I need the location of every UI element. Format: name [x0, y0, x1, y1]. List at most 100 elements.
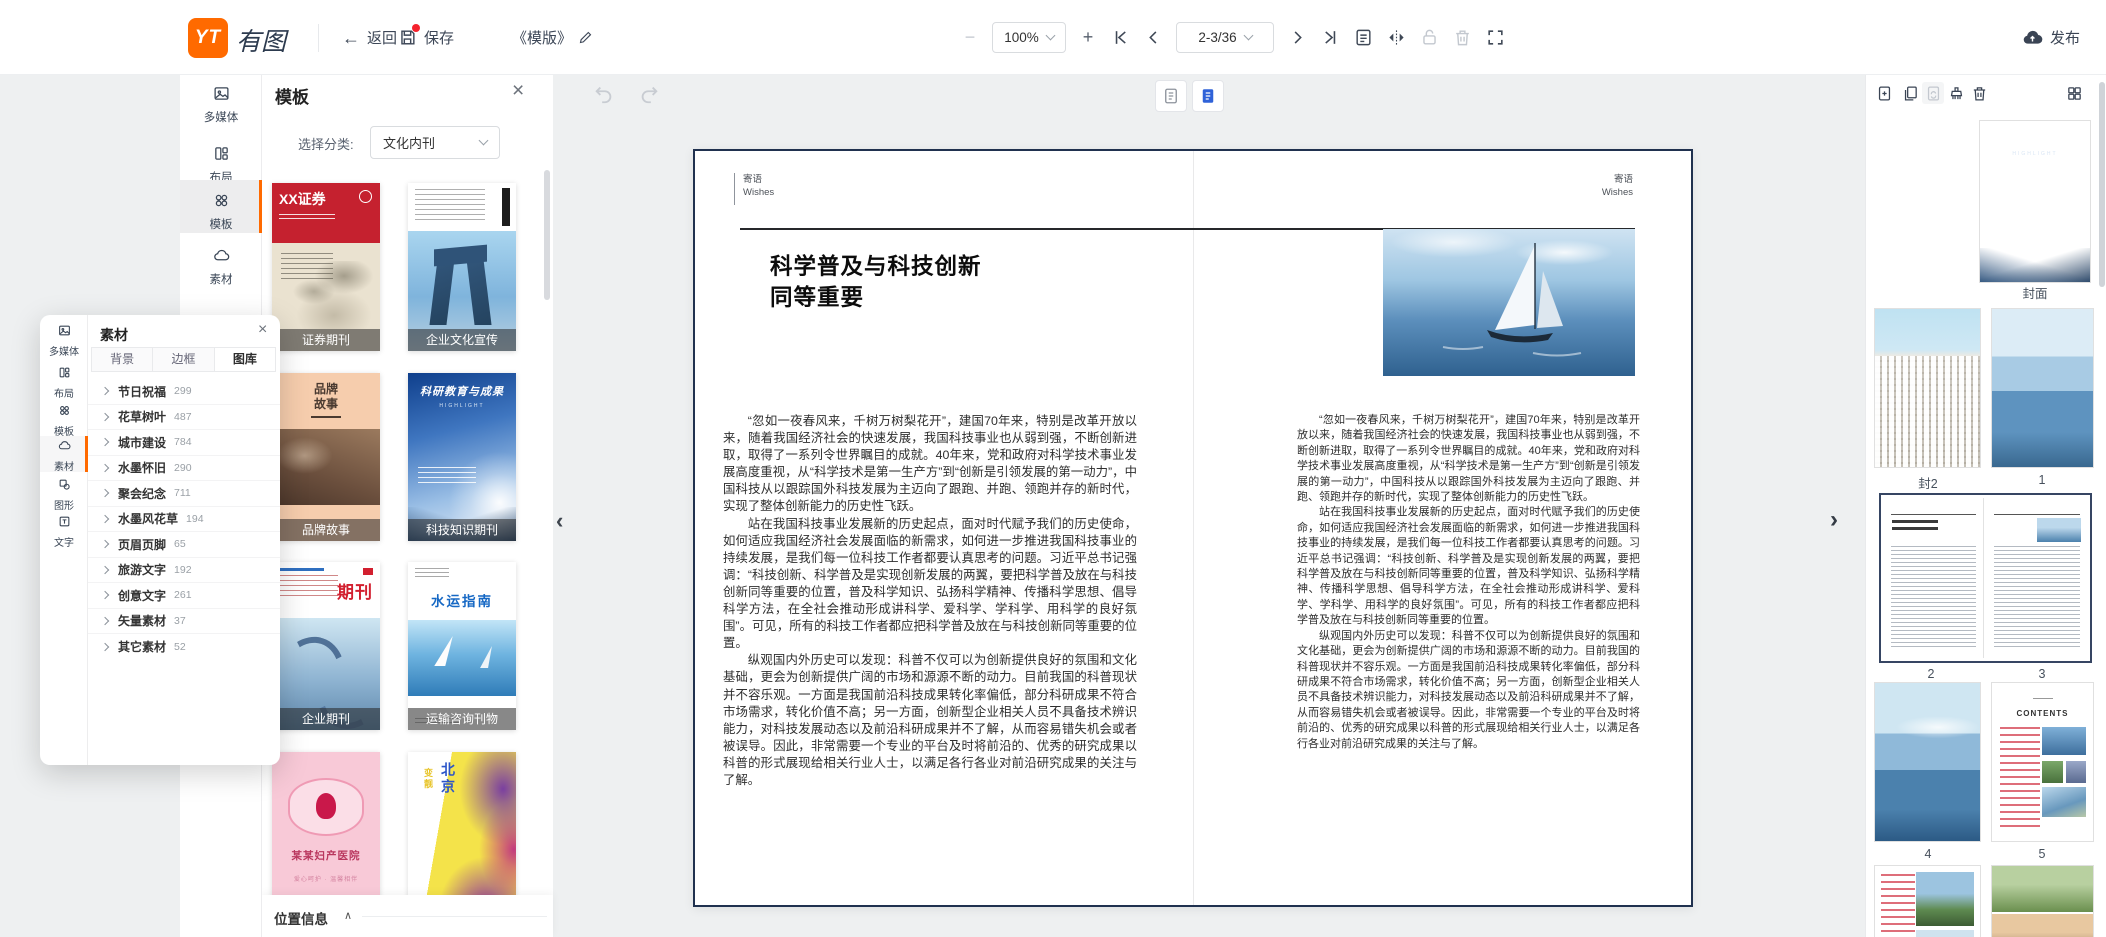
spread-view-toggle[interactable]: [1192, 80, 1224, 112]
template-card-corporate-culture[interactable]: 企业文化宣传: [408, 183, 516, 351]
asset-category-row[interactable]: 水墨怀旧290: [88, 456, 280, 482]
previous-page-button[interactable]: [1143, 28, 1163, 48]
delete-trash-icon[interactable]: [1452, 28, 1472, 48]
article-body-right[interactable]: “忽如一夜春风来，千树万树梨花开”，建国70年来，特别是改革开放以来，随着我国经…: [1297, 413, 1640, 823]
add-page-icon[interactable]: [1873, 82, 1895, 104]
asset-category-row[interactable]: 旅游文字192: [88, 558, 280, 584]
asset-category-row[interactable]: 花草树叶487: [88, 405, 280, 431]
close-icon[interactable]: ×: [512, 79, 524, 103]
undo-button[interactable]: [593, 83, 615, 110]
replace-page-icon[interactable]: [1922, 82, 1944, 104]
next-page-button[interactable]: [1287, 28, 1307, 48]
redo-button[interactable]: [638, 83, 660, 110]
template-card-science-journal[interactable]: 科研教育与成果 HIGHLIGHT 科技知识期刊: [408, 373, 516, 541]
article-title[interactable]: 科学普及与科技创新 同等重要: [770, 251, 982, 313]
template-panel-scrollbar[interactable]: [544, 170, 550, 300]
category-label: 选择分类:: [298, 134, 354, 153]
article-body-left[interactable]: “忽如一夜春风来，千树万树梨花开”，建国70年来，特别是改革开放以来，随着我国经…: [723, 413, 1137, 865]
page-select[interactable]: 2-3/36: [1176, 22, 1274, 53]
assets-rail-assets[interactable]: 素材: [40, 436, 88, 472]
grid-view-icon[interactable]: [2063, 82, 2085, 104]
section-header-right: 寄语 Wishes: [1602, 174, 1633, 199]
page-label: 3: [2012, 667, 2072, 681]
asset-category-count: 487: [174, 411, 192, 423]
rail-item-media[interactable]: 多媒体: [180, 85, 262, 125]
save-button[interactable]: 保存: [398, 0, 454, 75]
pages-scrollbar[interactable]: [2099, 82, 2105, 287]
asset-category-row[interactable]: 矢量素材37: [88, 609, 280, 635]
page-thumb-4[interactable]: [1874, 682, 1981, 842]
sidebar-expand-handle[interactable]: ›: [1830, 506, 1838, 534]
page-thumb-cover[interactable]: 科研教育与成果 HIGHLIGHT: [1979, 120, 2091, 283]
contents-photo: [2042, 787, 2086, 817]
publish-button[interactable]: 发布: [2022, 0, 2080, 75]
first-page-button[interactable]: [1110, 28, 1130, 48]
asset-category-count: 784: [174, 436, 192, 448]
tab-border[interactable]: 边框: [152, 347, 214, 372]
page-thumb-1[interactable]: [1991, 308, 2094, 468]
app-root: YT 有图 ← 返回 保存 《模版》 − 100% +: [0, 0, 2106, 937]
assets-rail-layout[interactable]: 布局: [40, 363, 88, 400]
delete-page-icon[interactable]: [1968, 82, 1990, 104]
asset-category-row[interactable]: 水墨风花草194: [88, 507, 280, 533]
duplicate-page-icon[interactable]: [1899, 82, 1921, 104]
asset-category-row[interactable]: 创意文字261: [88, 583, 280, 609]
page-thumb-6[interactable]: [1874, 865, 1981, 937]
rail-item-layout[interactable]: 布局: [180, 145, 262, 185]
contents-title: CONTENTS: [1992, 709, 2093, 718]
asset-category-row[interactable]: 聚会纪念711: [88, 481, 280, 507]
assets-rail-shapes[interactable]: 图形: [40, 475, 88, 512]
page-thumb-7[interactable]: [1991, 865, 2094, 937]
asset-category-row[interactable]: 页眉页脚65: [88, 532, 280, 558]
fullscreen-icon[interactable]: [1485, 28, 1505, 48]
assets-rail-media[interactable]: 多媒体: [40, 321, 88, 358]
document-title[interactable]: 《模版》: [512, 0, 593, 75]
mirror-flip-icon[interactable]: [1386, 28, 1406, 48]
article-title-line1: 科学普及与科技创新: [770, 251, 982, 282]
category-select[interactable]: 文化内刊: [370, 126, 500, 159]
panel-collapse-handle[interactable]: ‹: [556, 508, 563, 534]
contents-photo: [2042, 727, 2086, 755]
position-info-section[interactable]: 位置信息 ∧: [262, 895, 553, 937]
rail-item-templates[interactable]: 模板: [180, 180, 262, 233]
asset-category-row[interactable]: 节日祝福299: [88, 379, 280, 405]
single-page-view-toggle[interactable]: [1155, 80, 1187, 112]
edit-title-pencil-icon[interactable]: [578, 30, 593, 45]
pages-toolbar: [1866, 82, 2106, 106]
template-card-securities[interactable]: XX证券 证券期刊: [272, 183, 380, 351]
sailboat-image[interactable]: [1383, 229, 1635, 376]
page-thumb-5-contents[interactable]: CONTENTS: [1991, 682, 2094, 842]
zoom-out-button[interactable]: −: [961, 27, 979, 48]
template-card-shipping-guide[interactable]: 水运指南 运输咨询刊物: [408, 562, 516, 730]
tab-background[interactable]: 背景: [91, 347, 153, 372]
asset-category-count: 711: [174, 487, 191, 499]
back-button[interactable]: ← 返回: [342, 0, 397, 75]
contents-photo: [2066, 761, 2086, 783]
rail-item-assets[interactable]: 素材: [180, 247, 262, 287]
lock-icon[interactable]: [1419, 28, 1439, 48]
tab-gallery[interactable]: 图库: [214, 347, 276, 372]
chevron-right-icon: [101, 515, 109, 523]
assets-rail-templates[interactable]: 模板: [40, 401, 88, 438]
document-spread[interactable]: 寄语 Wishes 寄语 Wishes 科学普及与科技创新 同等重要 “忽如一夜…: [693, 149, 1693, 907]
zoom-in-button[interactable]: +: [1079, 27, 1097, 48]
asset-category-row[interactable]: 其它素材52: [88, 634, 280, 660]
toolbar-divider: [318, 24, 319, 52]
clean-page-icon[interactable]: [1945, 82, 1967, 104]
page-thumb-spread-2-3-selected[interactable]: [1879, 493, 2092, 663]
position-info-label: 位置信息: [274, 908, 328, 928]
template-card-enterprise-journal[interactable]: 期刊 企业期刊: [272, 562, 380, 730]
zoom-select[interactable]: 100%: [992, 22, 1066, 53]
last-page-button[interactable]: [1320, 28, 1340, 48]
card-cover-title: 某某妇产医院: [272, 848, 380, 863]
assets-rail-text[interactable]: 文字: [40, 512, 88, 549]
template-card-brand-story[interactable]: 品牌 故事 品牌故事: [272, 373, 380, 541]
page-settings-icon[interactable]: [1353, 28, 1373, 48]
cover-figure: [316, 793, 336, 819]
assets-tabs: 背景 边框 图库: [92, 347, 276, 372]
contents-header-mark: [2033, 691, 2053, 699]
asset-category-name: 页眉页脚: [118, 536, 166, 553]
page-thumb-inside-cover[interactable]: [1874, 308, 1981, 468]
close-icon[interactable]: ×: [258, 321, 267, 339]
asset-category-row[interactable]: 城市建设784: [88, 430, 280, 456]
